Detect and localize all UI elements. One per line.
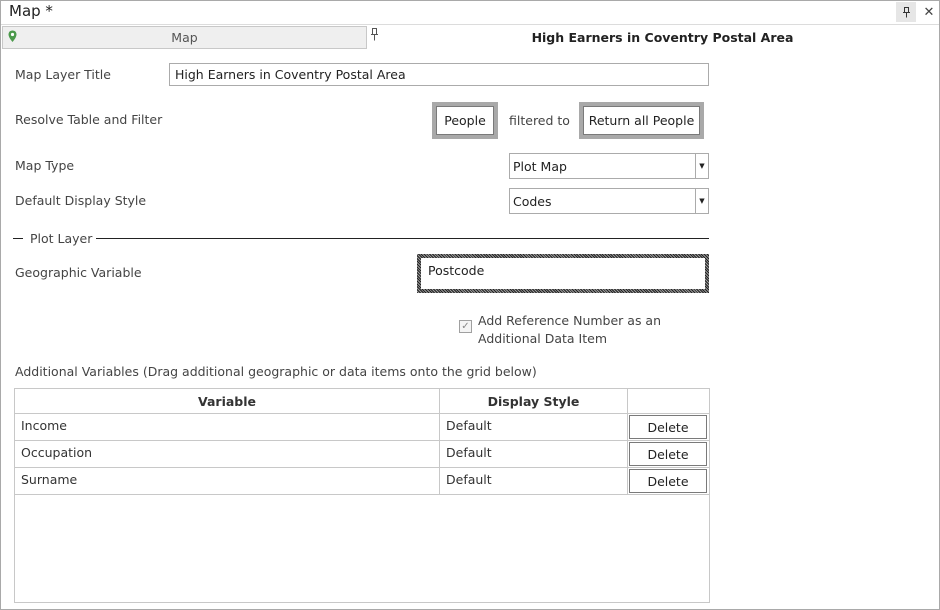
map-type-value: Plot Map: [513, 159, 567, 174]
additional-variables-label: Additional Variables (Drag additional ge…: [15, 364, 537, 379]
title-bar: [1, 1, 939, 25]
add-reference-label-line1: Add Reference Number as an: [478, 313, 662, 328]
add-reference-label-line2: Additional Data Item: [478, 331, 607, 346]
table-row-display-style[interactable]: Default: [440, 441, 628, 468]
add-reference-checkbox[interactable]: ✓: [459, 320, 472, 333]
chevron-down-icon[interactable]: ▼: [695, 189, 708, 213]
column-header-display-style[interactable]: Display Style: [440, 389, 628, 414]
geographic-variable-label: Geographic Variable: [15, 265, 142, 280]
resolve-table-label: Resolve Table and Filter: [15, 112, 163, 127]
close-icon: ✕: [923, 4, 935, 20]
map-layer-title-input[interactable]: [169, 63, 709, 86]
add-reference-label: Add Reference Number as an Additional Da…: [478, 312, 661, 348]
map-layer-title-label: Map Layer Title: [15, 67, 111, 82]
table-row-display-style[interactable]: Default: [440, 468, 628, 495]
table-row-variable[interactable]: Surname: [15, 468, 440, 495]
tab-label: Map: [171, 30, 198, 45]
delete-button[interactable]: Delete: [629, 415, 707, 439]
delete-button[interactable]: Delete: [629, 469, 707, 493]
table-row-variable[interactable]: Income: [15, 414, 440, 441]
close-window-button[interactable]: ✕: [919, 2, 939, 22]
plot-layer-heading: Plot Layer: [30, 231, 93, 246]
geographic-variable-drop-target[interactable]: Postcode: [417, 254, 709, 293]
table-row-display-style[interactable]: Default: [440, 414, 628, 441]
table-row-variable[interactable]: Occupation: [15, 441, 440, 468]
display-style-value: Codes: [513, 194, 552, 209]
page-title: High Earners in Coventry Postal Area: [531, 30, 794, 45]
filter-button[interactable]: Return all People: [579, 102, 704, 139]
table-row-action-cell: Delete: [628, 441, 709, 468]
chevron-down-icon[interactable]: ▼: [695, 154, 708, 178]
display-style-label: Default Display Style: [15, 193, 147, 208]
people-table-button[interactable]: People: [432, 102, 498, 139]
geographic-variable-value: Postcode: [421, 258, 705, 289]
map-type-select[interactable]: Plot Map ▼: [509, 153, 709, 179]
filtered-to-label: filtered to: [509, 113, 570, 128]
people-table-label: People: [436, 106, 494, 135]
delete-button[interactable]: Delete: [629, 442, 707, 466]
window-title: Map *: [9, 2, 53, 20]
table-row-action-cell: Delete: [628, 414, 709, 441]
column-header-actions: [628, 389, 709, 414]
dock-pin-icon[interactable]: [370, 28, 379, 44]
map-type-label: Map Type: [15, 158, 75, 173]
pin-window-button[interactable]: [896, 2, 916, 22]
additional-variables-grid[interactable]: Variable Display Style Income Default De…: [14, 388, 710, 603]
plot-layer-divider-left: [13, 238, 23, 239]
plot-layer-divider: [96, 238, 709, 239]
checkmark-icon: ✓: [461, 321, 470, 332]
tab-map[interactable]: Map: [2, 26, 367, 49]
pin-icon: [902, 6, 910, 17]
filter-label: Return all People: [583, 106, 700, 135]
column-header-variable[interactable]: Variable: [15, 389, 440, 414]
table-row-action-cell: Delete: [628, 468, 709, 495]
display-style-select[interactable]: Codes ▼: [509, 188, 709, 214]
